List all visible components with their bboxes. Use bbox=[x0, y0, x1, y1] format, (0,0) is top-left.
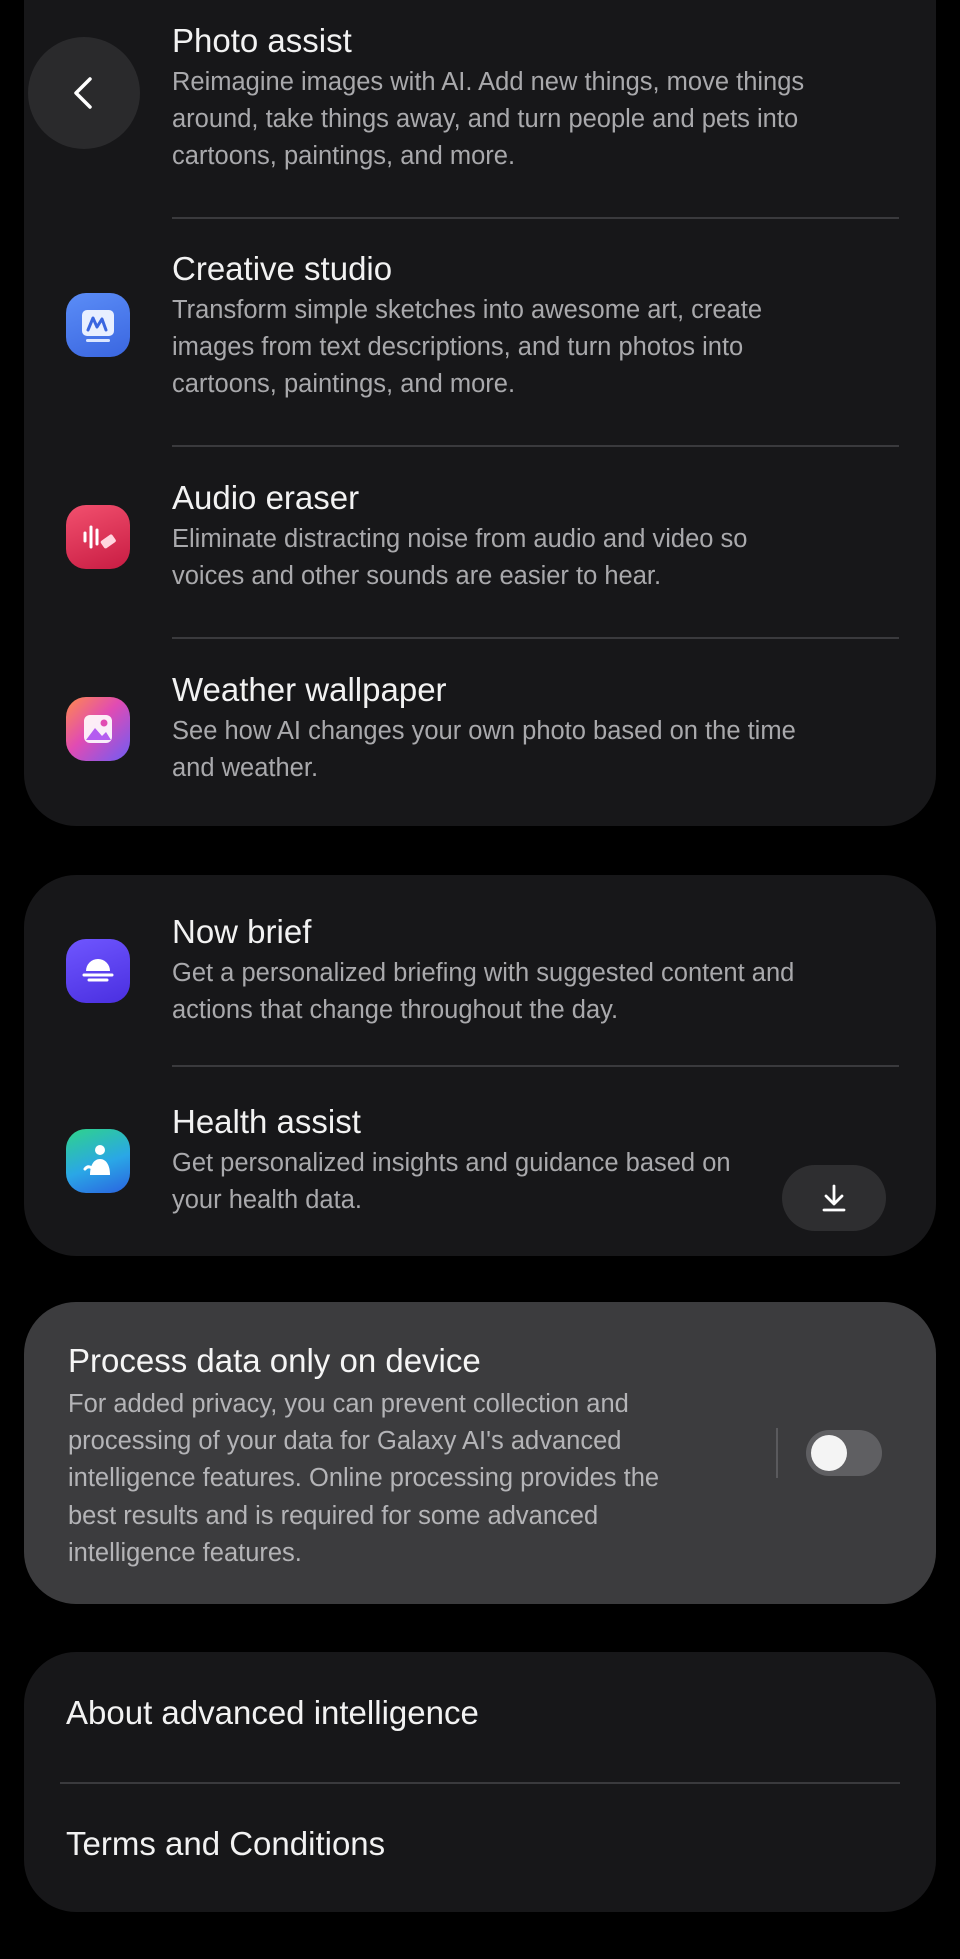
feature-description: Get a personalized briefing with suggest… bbox=[172, 959, 795, 1024]
toggle-knob bbox=[811, 1435, 847, 1471]
feature-title: Photo assist bbox=[172, 22, 352, 59]
feature-description: Eliminate distracting noise from audio a… bbox=[172, 525, 748, 590]
feature-row-audio-eraser[interactable]: Audio eraser Eliminate distracting noise… bbox=[24, 479, 936, 619]
creative-studio-icon bbox=[66, 293, 130, 357]
feature-row-health-assist[interactable]: Health assist Get personalized insights … bbox=[24, 1103, 936, 1243]
divider bbox=[172, 445, 899, 447]
links-card: About advanced intelligence Terms and Co… bbox=[24, 1652, 936, 1912]
audio-eraser-icon bbox=[66, 505, 130, 569]
process-on-device-title: Process data only on device bbox=[68, 1342, 481, 1379]
back-button[interactable] bbox=[28, 37, 140, 149]
features-card-mid: Now brief Get a personalized briefing wi… bbox=[24, 875, 936, 1256]
process-on-device-description: For added privacy, you can prevent colle… bbox=[68, 1390, 660, 1567]
feature-description: Get personalized insights and guidance b… bbox=[172, 1149, 731, 1214]
feature-description: Transform simple sketches into awesome a… bbox=[172, 296, 763, 398]
terms-and-conditions-link[interactable]: Terms and Conditions bbox=[66, 1825, 385, 1863]
now-brief-icon bbox=[66, 939, 130, 1003]
download-button[interactable] bbox=[782, 1165, 886, 1231]
process-on-device-toggle[interactable] bbox=[806, 1430, 882, 1476]
feature-row-photo-assist[interactable]: Photo assist Reimagine images with AI. A… bbox=[24, 22, 936, 222]
divider bbox=[172, 1065, 899, 1067]
divider bbox=[172, 217, 899, 219]
feature-title: Creative studio bbox=[172, 250, 393, 287]
chevron-left-icon bbox=[74, 77, 92, 109]
feature-title: Now brief bbox=[172, 913, 312, 950]
feature-description: Reimagine images with AI. Add new things… bbox=[172, 68, 805, 170]
health-assist-icon bbox=[66, 1129, 130, 1193]
feature-title: Audio eraser bbox=[172, 479, 360, 516]
feature-title: Weather wallpaper bbox=[172, 671, 447, 708]
divider bbox=[172, 637, 899, 639]
process-on-device-card[interactable]: Process data only on device For added pr… bbox=[24, 1302, 936, 1604]
advanced-intelligence-settings-page: Photo assist Reimagine images with AI. A… bbox=[0, 0, 960, 1959]
weather-wallpaper-icon bbox=[66, 697, 130, 761]
feature-row-weather-wallpaper[interactable]: Weather wallpaper See how AI changes you… bbox=[24, 671, 936, 811]
toggle-separator bbox=[776, 1428, 778, 1478]
feature-row-now-brief[interactable]: Now brief Get a personalized briefing wi… bbox=[24, 913, 936, 1053]
download-icon bbox=[822, 1184, 846, 1212]
feature-row-creative-studio[interactable]: Creative studio Transform simple sketche… bbox=[24, 250, 936, 440]
feature-description: See how AI changes your own photo based … bbox=[172, 717, 796, 782]
feature-title: Health assist bbox=[172, 1103, 361, 1140]
features-card-top: Photo assist Reimagine images with AI. A… bbox=[24, 0, 936, 826]
divider bbox=[60, 1782, 900, 1784]
about-advanced-intelligence-link[interactable]: About advanced intelligence bbox=[66, 1694, 479, 1732]
